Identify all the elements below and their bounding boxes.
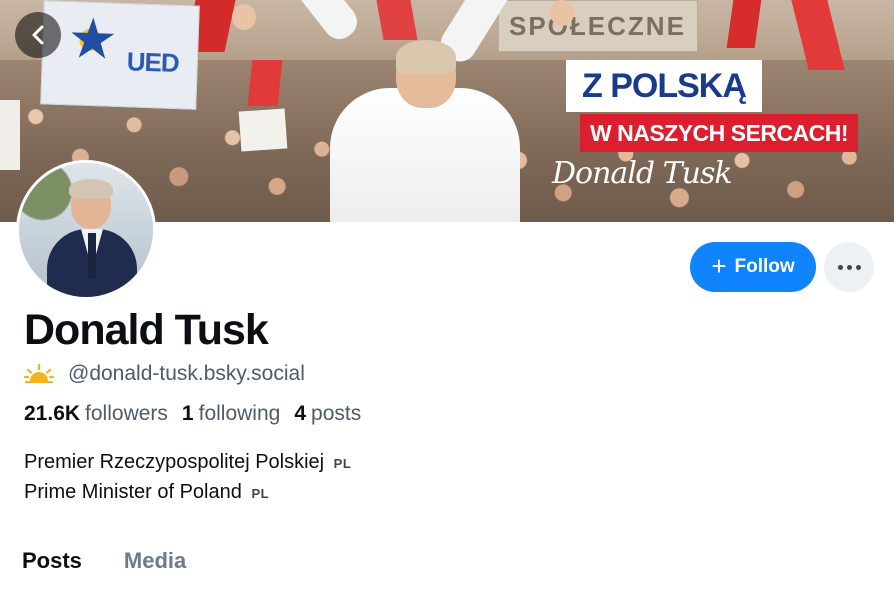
person-hand-right [550, 0, 574, 26]
handle-row: @donald-tusk.bsky.social [24, 362, 305, 386]
tab-posts[interactable]: Posts [22, 548, 82, 574]
more-options-button[interactable] [824, 242, 874, 292]
plus-icon: + [711, 251, 727, 281]
avatar-tree [19, 163, 79, 233]
profile-tabs: Posts Media [22, 548, 186, 574]
star-icon: ★ [66, 6, 119, 71]
language-tag: PL [251, 486, 270, 501]
more-horizontal-icon [846, 264, 852, 270]
person-hair [396, 40, 456, 74]
following-label: following [198, 402, 281, 425]
bio-text: Prime Minister of Poland [24, 481, 242, 503]
followers-count: 21.6K [24, 402, 81, 425]
followers-stat[interactable]: 21.6K followers [24, 402, 168, 426]
user-handle: @donald-tusk.bsky.social [68, 362, 305, 385]
person-torso [330, 88, 520, 222]
followers-label: followers [85, 402, 168, 425]
following-count: 1 [181, 402, 194, 425]
chevron-left-icon [32, 25, 44, 45]
back-button[interactable] [15, 12, 61, 58]
profile-bio: Premier Rzeczypospolitej Polskiej PL Pri… [24, 448, 351, 508]
banner-slogan-line2: W NASZYCH SERCACH! [580, 114, 859, 152]
follow-button[interactable]: + Follow [690, 242, 816, 292]
person-arm-left [268, 0, 364, 46]
banner-flag [0, 100, 20, 170]
display-name: Donald Tusk [24, 306, 269, 354]
profile-stats: 21.6K followers 1 following 4 posts [24, 402, 361, 426]
follow-button-label: Follow [734, 256, 795, 277]
more-horizontal-icon [837, 264, 843, 270]
posts-count: 4 [294, 402, 307, 425]
bio-text: Premier Rzeczypospolitej Polskiej [24, 451, 325, 473]
avatar-tie [88, 233, 96, 279]
bio-line: Premier Rzeczypospolitej Polskiej PL [24, 448, 351, 478]
posts-label: posts [311, 402, 362, 425]
posts-stat: 4 posts [294, 402, 361, 426]
avatar[interactable] [16, 160, 156, 300]
avatar-hair [69, 179, 113, 199]
banner-eu-sign: ★ UED [40, 0, 200, 110]
bio-line: Prime Minister of Poland PL [24, 478, 351, 508]
person-hand-left [232, 4, 256, 30]
language-tag: PL [333, 456, 352, 471]
eu-sign-text: UED [126, 46, 180, 79]
banner-person [220, 0, 580, 222]
more-horizontal-icon [855, 264, 861, 270]
following-stat[interactable]: 1 following [182, 402, 280, 426]
banner-signature: Donald Tusk [552, 156, 733, 191]
sun-icon [24, 364, 54, 383]
banner-slogan-line1: Z POLSKĄ [566, 60, 762, 112]
tab-media[interactable]: Media [124, 548, 186, 574]
